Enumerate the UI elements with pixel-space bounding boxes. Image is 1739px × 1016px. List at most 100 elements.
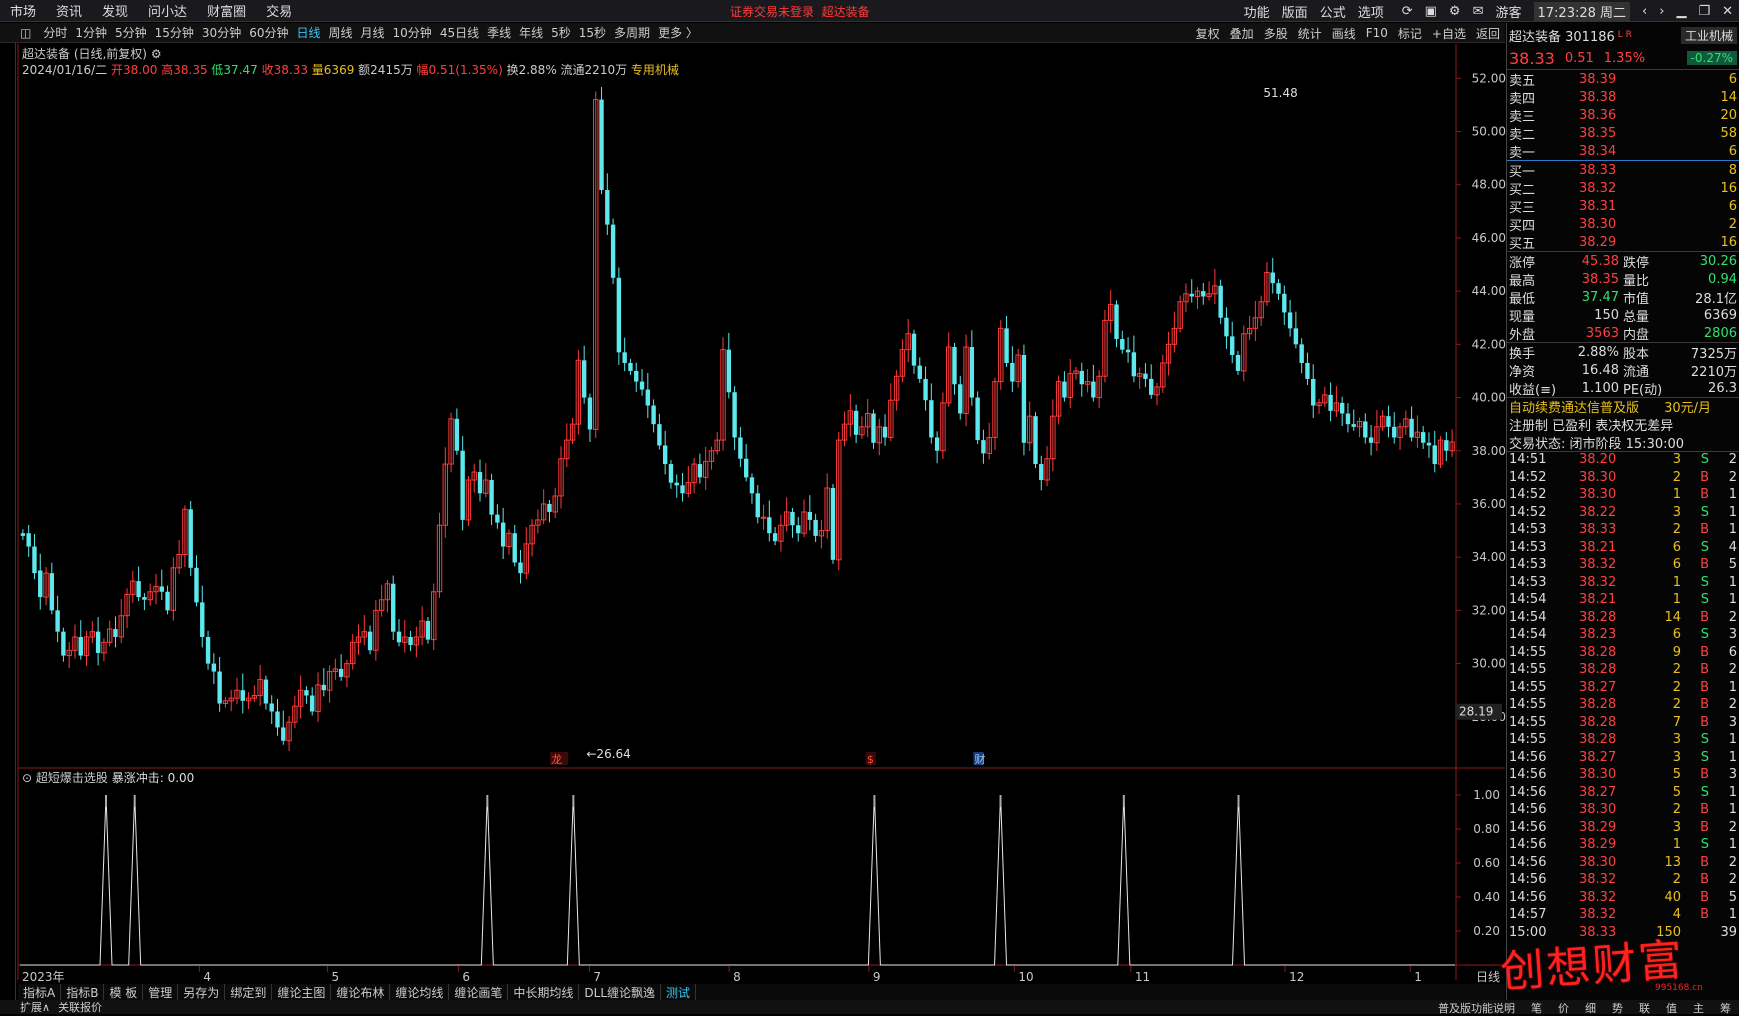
candle[interactable] (905, 319, 911, 363)
candle[interactable] (1021, 344, 1027, 456)
candle[interactable] (540, 489, 547, 524)
candle[interactable] (1322, 386, 1328, 407)
candle[interactable] (1258, 295, 1264, 326)
candle[interactable] (958, 375, 963, 420)
candle[interactable] (321, 668, 326, 697)
ask-row[interactable]: 卖四 38.38 14 (1507, 88, 1739, 107)
candle[interactable] (940, 392, 946, 460)
candle[interactable] (1062, 371, 1067, 402)
candle[interactable] (1143, 363, 1148, 388)
candle[interactable] (1108, 289, 1114, 333)
candle[interactable] (338, 654, 344, 681)
candle[interactable] (442, 447, 448, 538)
candle[interactable] (726, 332, 732, 399)
candle[interactable] (639, 369, 645, 396)
candle[interactable] (1079, 362, 1084, 397)
candle[interactable] (738, 427, 743, 467)
related-quote-button[interactable]: 关联报价 (58, 999, 102, 1015)
candle[interactable] (547, 499, 552, 523)
candle[interactable] (83, 630, 90, 666)
candle[interactable] (113, 616, 118, 648)
candle[interactable] (1073, 366, 1079, 380)
candle[interactable] (697, 453, 703, 484)
candle[interactable] (841, 411, 848, 447)
candle[interactable] (743, 444, 749, 482)
candle[interactable] (1252, 300, 1259, 341)
candle[interactable] (147, 583, 153, 606)
candle[interactable] (304, 686, 309, 704)
candle[interactable] (523, 527, 529, 580)
promo-row[interactable]: 自动续费通达信普及版 30元/月 (1507, 397, 1739, 416)
candle[interactable] (43, 567, 49, 606)
candle[interactable] (332, 658, 339, 680)
candle[interactable] (326, 665, 333, 703)
indicator-toggle-icon[interactable]: ⊙ (22, 771, 32, 785)
candle[interactable] (1241, 325, 1247, 382)
candle[interactable] (1206, 281, 1212, 301)
candle[interactable] (413, 626, 420, 658)
candle[interactable] (1171, 311, 1178, 353)
candle[interactable] (801, 499, 807, 538)
candle[interactable] (1363, 413, 1368, 444)
candle[interactable] (495, 504, 500, 529)
candle[interactable] (668, 460, 674, 489)
candle[interactable] (26, 524, 31, 557)
candle[interactable] (367, 625, 373, 655)
candle[interactable] (651, 399, 656, 433)
candle[interactable] (263, 675, 269, 710)
candle[interactable] (297, 675, 304, 719)
candle[interactable] (674, 474, 679, 498)
candle[interactable] (205, 630, 211, 670)
candle[interactable] (1356, 417, 1363, 438)
candle[interactable] (605, 173, 610, 235)
candle[interactable] (396, 619, 402, 647)
candle[interactable] (783, 497, 790, 532)
candle[interactable] (864, 398, 871, 438)
candle[interactable] (1050, 399, 1056, 472)
industry-badge[interactable]: 工业机械 (1680, 27, 1737, 44)
bid-row[interactable]: 买四 38.30 2 (1507, 215, 1739, 234)
candle[interactable] (460, 436, 465, 531)
candle[interactable] (286, 715, 292, 752)
indicator-tab[interactable]: 模 板 (104, 983, 144, 1001)
candle[interactable] (1264, 262, 1270, 306)
ask-row[interactable]: 卖二 38.35 58 (1507, 124, 1739, 143)
candle[interactable] (1165, 331, 1172, 376)
candle[interactable] (1374, 410, 1380, 452)
candle[interactable] (732, 386, 737, 450)
candle[interactable] (384, 579, 391, 613)
candle[interactable] (153, 573, 159, 605)
candle[interactable] (170, 557, 177, 621)
candle[interactable] (310, 687, 315, 716)
candle[interactable] (963, 334, 969, 427)
candle[interactable] (1403, 410, 1409, 436)
candle[interactable] (159, 569, 164, 601)
indicator-tab[interactable]: DLL缠论飘逸 (579, 983, 662, 1001)
candle[interactable] (662, 430, 668, 475)
candle[interactable] (645, 372, 651, 419)
candle[interactable] (378, 585, 385, 617)
candle[interactable] (1004, 315, 1009, 367)
event-marker[interactable]: 财 (974, 752, 985, 766)
candle[interactable] (1444, 431, 1449, 462)
candle[interactable] (228, 689, 234, 712)
candle[interactable] (853, 404, 859, 444)
candle[interactable] (1392, 412, 1397, 444)
candle[interactable] (755, 485, 760, 524)
candle[interactable] (1414, 415, 1421, 448)
candle[interactable] (234, 677, 240, 705)
candle[interactable] (373, 600, 379, 661)
bid-row[interactable]: 买五 38.29 16 (1507, 233, 1739, 252)
candle[interactable] (38, 553, 43, 610)
candle[interactable] (489, 473, 494, 525)
candle[interactable] (552, 487, 558, 519)
candle[interactable] (685, 465, 692, 498)
candle[interactable] (1328, 382, 1333, 422)
candle[interactable] (106, 620, 113, 647)
candle[interactable] (1125, 337, 1131, 363)
candle[interactable] (1055, 375, 1062, 425)
candle[interactable] (975, 391, 980, 445)
candle[interactable] (859, 416, 865, 439)
candle[interactable] (344, 659, 350, 688)
candle[interactable] (465, 476, 472, 527)
